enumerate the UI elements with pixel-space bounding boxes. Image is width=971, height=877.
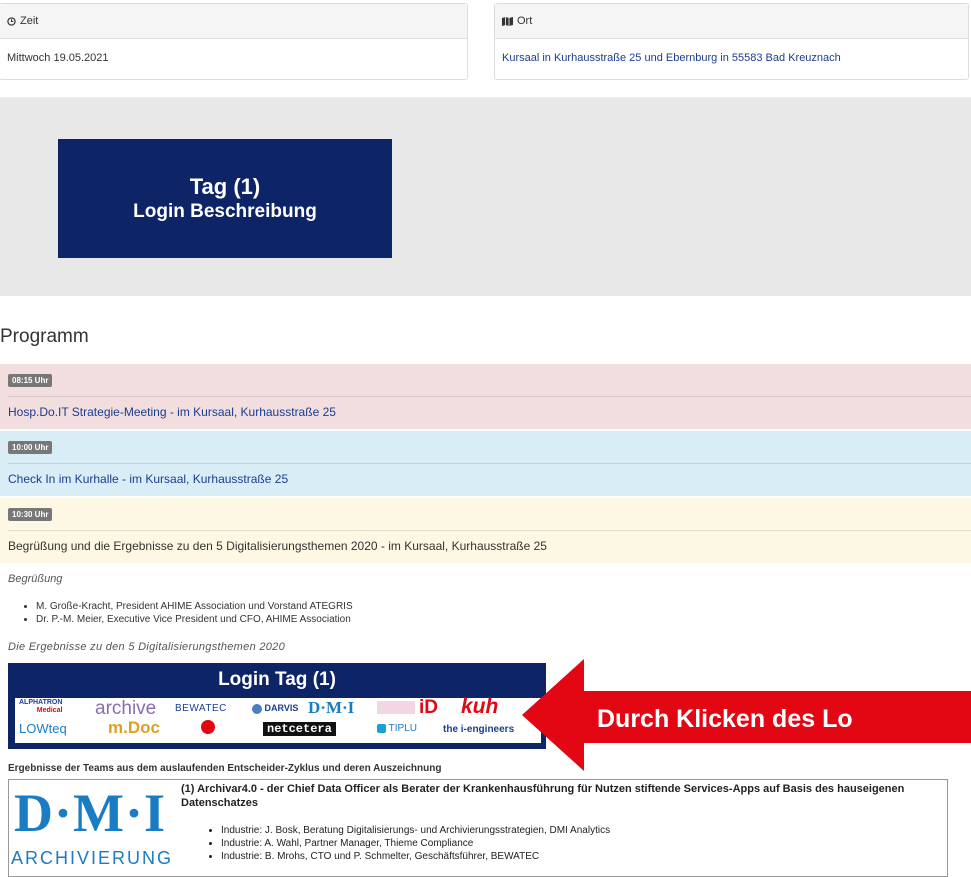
map-icon — [502, 16, 513, 26]
darvis-icon — [252, 703, 262, 714]
teams-heading: Ergebnisse der Teams aus dem auslaufende… — [8, 763, 442, 774]
ort-panel-header: Ort — [495, 4, 968, 39]
ergebnisse-heading: Die Ergebnisse zu den 5 Digitalisierungs… — [8, 641, 286, 653]
schedule-item-0815: 08:15 Uhr Hosp.Do.IT Strategie-Meeting -… — [0, 364, 971, 429]
time-badge: 10:30 Uhr — [8, 508, 53, 521]
lowteq-logo: LOWteq — [19, 721, 67, 736]
kuh-logo: kuh — [461, 695, 499, 718]
bewatec-logo: BEWATEC — [175, 703, 227, 714]
list-item: Industrie: J. Bosk, Beratung Digitalisie… — [221, 824, 610, 837]
schedule-title-link[interactable]: Hosp.Do.IT Strategie-Meeting - im Kursaa… — [8, 405, 336, 419]
zeit-label: Zeit — [20, 15, 39, 27]
banner-line2: Login Beschreibung — [133, 200, 317, 222]
list-item: Industrie: A. Wahl, Partner Manager, Thi… — [221, 837, 610, 850]
zeit-panel-header: Zeit — [0, 4, 467, 39]
schedule-item-1000: 10:00 Uhr Check In im Kurhalle - im Kurs… — [0, 431, 971, 496]
zeit-value: Mittwoch 19.05.2021 — [7, 52, 109, 64]
zeit-panel: Zeit Mittwoch 19.05.2021 — [0, 3, 468, 80]
programm-heading: Programm — [0, 326, 89, 347]
unknown-logo — [377, 701, 415, 714]
darvis-logo: DARVIS — [252, 703, 298, 714]
dmi-award-card: D·M·I ARCHIVIERUNG (1) Archivar4.0 - der… — [8, 779, 948, 877]
id-logo: iD — [419, 697, 438, 718]
netcetera-logo: netcetera — [263, 722, 336, 736]
dmi-logo-sub: ARCHIVIERUNG — [11, 848, 174, 868]
red-globe-icon — [201, 720, 215, 734]
login-tag-box[interactable]: Login Tag (1) ALPHATRON Medical archive … — [8, 663, 546, 749]
dmi-participants-list: Industrie: J. Bosk, Beratung Digitalisie… — [195, 824, 610, 863]
dmi-archivierung-logo: D·M·I ARCHIVIERUNG — [9, 780, 181, 876]
callout-text: Durch Klicken des Lo — [597, 704, 853, 733]
divider — [8, 463, 971, 464]
iengineers-logo: the i-engineers — [443, 724, 515, 735]
ort-panel: Ort Kursaal in Kurhausstraße 25 und Eber… — [494, 3, 969, 80]
dmi-card-title: (1) Archivar4.0 - der Chief Data Officer… — [181, 783, 905, 809]
schedule-title: Begrüßung und die Ergebnisse zu den 5 Di… — [8, 539, 547, 553]
tag-login-banner[interactable]: Tag (1) Login Beschreibung — [58, 139, 392, 258]
login-box-title: Login Tag (1) — [218, 669, 336, 690]
divider — [8, 530, 971, 531]
archive-logo: archive — [95, 698, 157, 719]
list-item: Dr. P.-M. Meier, Executive Vice Presiden… — [36, 613, 353, 626]
dmi-small-logo: D·M·I — [308, 698, 355, 717]
ort-label: Ort — [517, 15, 533, 27]
dmi-logo-letters: D·M·I — [14, 783, 166, 843]
begruessung-heading: Begrüßung — [8, 573, 63, 585]
banner-line1: Tag (1) — [189, 173, 261, 199]
time-badge: 08:15 Uhr — [8, 374, 53, 387]
list-item: M. Große-Kracht, President AHIME Associa… — [36, 600, 353, 613]
clock-icon — [7, 16, 16, 26]
time-badge: 10:00 Uhr — [8, 441, 53, 454]
tiplu-icon — [377, 723, 386, 733]
begruessung-list: M. Große-Kracht, President AHIME Associa… — [8, 600, 353, 626]
divider — [8, 396, 971, 397]
tiplu-logo: TIPLU — [377, 723, 417, 734]
schedule-item-1030: 10:30 Uhr Begrüßung und die Ergebnisse z… — [0, 498, 971, 563]
list-item: Industrie: B. Mrohs, CTO und P. Schmelte… — [221, 850, 610, 863]
mdoc-logo: m.Doc — [108, 718, 160, 737]
alphatron-logo: ALPHATRON Medical — [19, 699, 63, 714]
sponsor-logos: ALPHATRON Medical archive BEWATEC DARVIS… — [15, 695, 541, 743]
ort-value-link[interactable]: Kursaal in Kurhausstraße 25 und Ebernbur… — [495, 39, 968, 77]
schedule-title-link[interactable]: Check In im Kurhalle - im Kursaal, Kurha… — [8, 472, 288, 486]
